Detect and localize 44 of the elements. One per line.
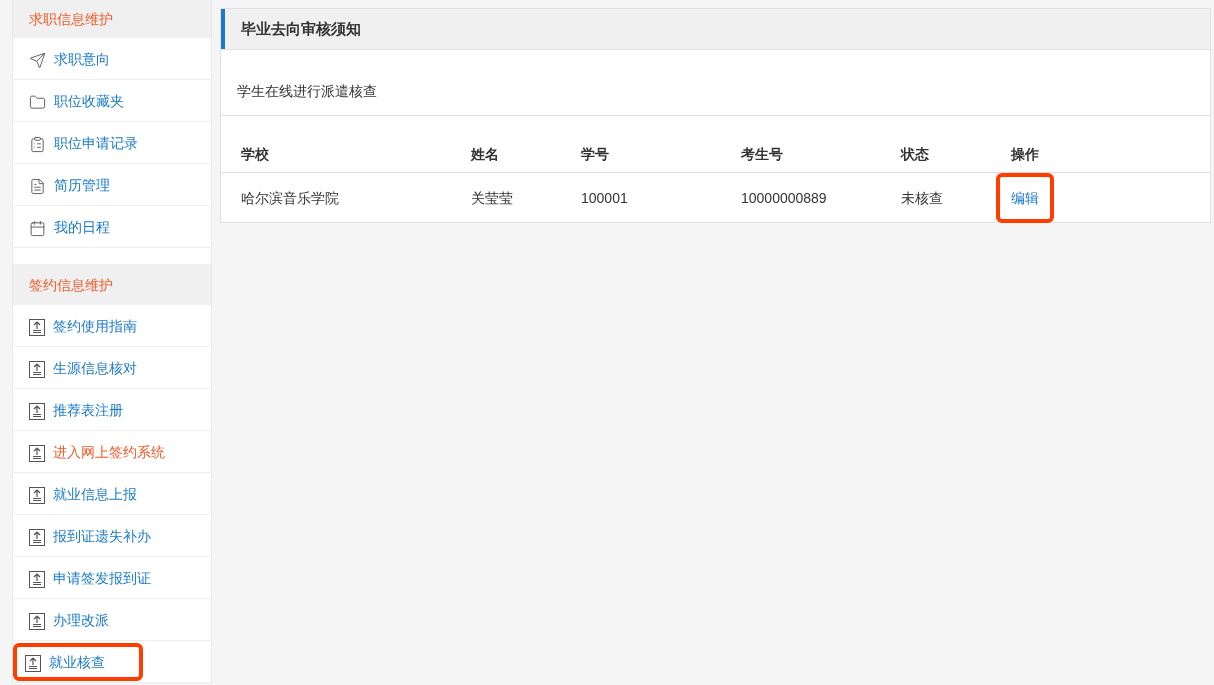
- sidebar-link[interactable]: 就业核查: [13, 642, 143, 681]
- column-header: 学校: [241, 145, 270, 164]
- upload-box-icon: [25, 655, 41, 672]
- sidebar-link[interactable]: 就业信息上报: [17, 474, 149, 513]
- sidebar-link[interactable]: 办理改派: [17, 600, 121, 639]
- table-cell-text: 未核查: [901, 189, 944, 208]
- sidebar-link[interactable]: 报到证遗失补办: [17, 516, 163, 555]
- sidebar-link[interactable]: 求职意向: [17, 39, 122, 78]
- sidebar-link[interactable]: 简历管理: [17, 165, 122, 204]
- section-header: 求职信息维护: [13, 0, 211, 38]
- description-text: 学生在线进行派遣核查: [237, 81, 377, 101]
- upload-box-icon: [29, 487, 45, 504]
- column-header: 操作: [1011, 145, 1040, 164]
- table-cell-text: 100001: [581, 189, 629, 208]
- panel-title: 毕业去向审核须知: [221, 9, 1210, 49]
- column-header: 姓名: [471, 145, 500, 164]
- upload-box-icon: [29, 445, 45, 462]
- upload-box-icon: [29, 361, 45, 378]
- table-cell-text: 10000000889: [741, 189, 828, 208]
- sidebar-link[interactable]: 申请签发报到证: [17, 558, 163, 597]
- sidebar-link[interactable]: 职位收藏夹: [17, 81, 136, 120]
- table-cell-text: 哈尔滨音乐学院: [241, 189, 340, 208]
- sidebar-link[interactable]: 签约使用指南: [17, 306, 149, 345]
- upload-box-icon: [29, 319, 45, 336]
- sidebar-link[interactable]: 生源信息核对: [17, 348, 149, 387]
- table-cell-text: 关莹莹: [471, 189, 514, 208]
- calendar-icon: [29, 220, 46, 237]
- upload-box-icon: [29, 613, 45, 630]
- upload-box-icon: [29, 403, 45, 420]
- document-icon: [29, 178, 46, 195]
- column-header: 状态: [901, 145, 930, 164]
- column-header: 学号: [581, 145, 610, 164]
- sidebar-link[interactable]: 推荐表注册: [17, 390, 135, 429]
- sidebar-link[interactable]: 我的日程: [17, 207, 122, 246]
- sidebar-link[interactable]: 进入网上签约系统: [17, 432, 177, 471]
- clipboard-icon: [29, 136, 46, 153]
- upload-box-icon: [29, 571, 45, 588]
- edit-link[interactable]: 编辑: [996, 173, 1054, 223]
- upload-box-icon: [29, 529, 45, 546]
- column-header: 考生号: [741, 145, 784, 164]
- folder-icon: [29, 94, 46, 111]
- section-header: 签约信息维护: [13, 264, 211, 305]
- paper-plane-icon: [29, 52, 46, 69]
- sidebar-link[interactable]: 职位申请记录: [17, 123, 150, 162]
